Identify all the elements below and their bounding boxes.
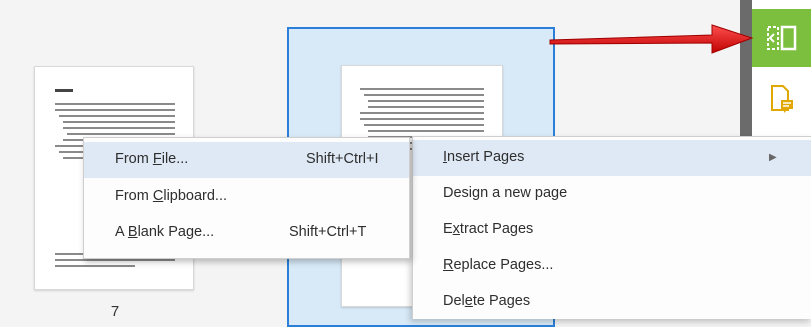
menu-item-shortcut: Shift+Ctrl+T <box>289 224 367 240</box>
submenu-item-blank-page[interactable]: A Blank Page... Shift+Ctrl+T <box>84 215 409 251</box>
red-arrow-annotation <box>549 24 754 54</box>
menu-item-label: From Clipboard... <box>115 188 228 204</box>
menu-item-label: From File... <box>115 151 189 167</box>
submenu-item-from-clipboard[interactable]: From Clipboard... <box>84 179 409 215</box>
menu-item-label: Replace Pages... <box>443 257 554 273</box>
menu-item-extract-pages[interactable]: Extract Pages <box>413 212 811 248</box>
menu-item-design-new-page[interactable]: Design a new page <box>413 176 811 212</box>
submenu-item-from-file[interactable]: From File... Shift+Ctrl+I <box>84 142 409 178</box>
menu-item-label: Delete Pages <box>443 293 531 309</box>
menu-item-label: Extract Pages <box>443 221 534 237</box>
page-comment-button[interactable] <box>752 70 811 128</box>
menu-item-label: A Blank Page... <box>115 224 215 240</box>
insert-pages-submenu: From File... Shift+Ctrl+I From Clipboard… <box>83 137 410 259</box>
page-number: 7 <box>110 303 120 320</box>
submenu-arrow-icon: ▶ <box>769 152 777 163</box>
menu-item-delete-pages[interactable]: Delete Pages <box>413 284 811 320</box>
menu-item-replace-pages[interactable]: Replace Pages... <box>413 248 811 284</box>
menu-item-shortcut: Shift+Ctrl+I <box>306 151 379 167</box>
page-comment-icon <box>770 85 793 113</box>
menu-item-label: Insert Pages <box>443 149 525 165</box>
page-context-menu: Insert Pages ▶ Design a new page Extract… <box>412 136 811 319</box>
menu-item-label: Design a new page <box>443 185 568 201</box>
page-thumbnails-icon <box>766 25 796 51</box>
menu-item-insert-pages[interactable]: Insert Pages ▶ <box>413 140 811 176</box>
page-thumbnails-button[interactable] <box>752 9 811 67</box>
